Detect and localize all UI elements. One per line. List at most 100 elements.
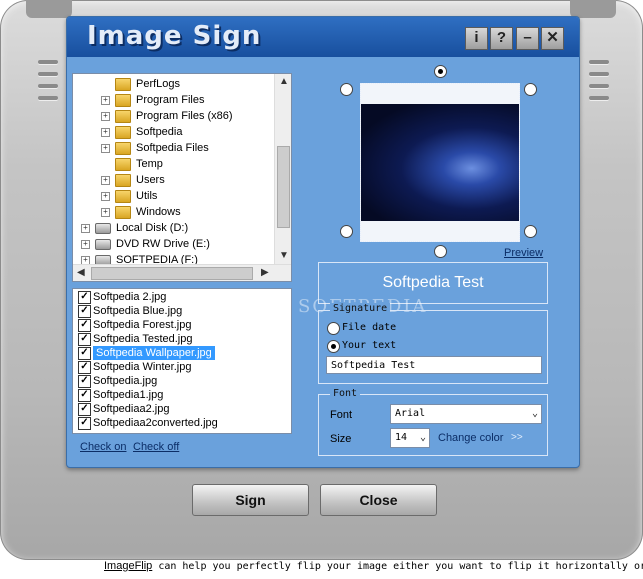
tree-item[interactable]: + Local Disk (D:) <box>73 220 273 236</box>
position-radio-bottom[interactable] <box>434 245 447 258</box>
folder-icon <box>115 190 131 203</box>
file-name: Softpedia.jpg <box>93 375 158 387</box>
tree-item[interactable]: + Program Files (x86) <box>73 108 273 124</box>
position-radio-bottom-right[interactable] <box>524 225 537 238</box>
expand-icon[interactable]: + <box>101 128 110 137</box>
folder-tree[interactable]: PerfLogs + Program Files + Program Files (x8… <box>72 73 292 282</box>
scroll-thumb[interactable] <box>91 267 253 280</box>
title-bar[interactable]: Image Sign i ? – ✕ <box>67 17 579 57</box>
grip-line <box>589 60 609 64</box>
tree-item[interactable]: + Softpedia <box>73 124 273 140</box>
minimize-button[interactable]: – <box>516 27 539 50</box>
file-list-item[interactable]: ✓ Softpedia Winter.jpg <box>76 360 290 374</box>
tree-horizontal-scrollbar[interactable]: ◀ ▶ <box>73 264 291 281</box>
file-name: Softpedia1.jpg <box>93 389 164 401</box>
ticker-link[interactable]: ImageFlip <box>104 560 152 572</box>
your-text-label[interactable]: Your text <box>342 340 396 351</box>
tree-item-label: Softpedia Files <box>136 142 209 154</box>
scroll-thumb[interactable] <box>277 146 290 228</box>
tree-item[interactable]: + DVD RW Drive (E:) <box>73 236 273 252</box>
file-checkbox[interactable]: ✓ <box>78 319 91 332</box>
file-checkbox[interactable]: ✓ <box>78 361 91 374</box>
signature-group-label: Signature <box>330 303 391 314</box>
close-window-button[interactable]: ✕ <box>541 27 564 50</box>
file-checkbox[interactable]: ✓ <box>78 403 91 416</box>
expand-icon[interactable]: + <box>101 96 110 105</box>
change-color-arrow-icon[interactable]: >> <box>511 432 523 443</box>
file-checkbox[interactable]: ✓ <box>78 333 91 346</box>
file-date-label[interactable]: File date <box>342 322 396 333</box>
tree-vertical-scrollbar[interactable]: ▲ ▼ <box>274 74 291 264</box>
file-name: Softpedia 2.jpg <box>93 291 167 303</box>
scroll-up-icon[interactable]: ▲ <box>279 76 289 87</box>
size-select[interactable]: 14 ⌄ <box>390 428 430 448</box>
grip-line <box>589 72 609 76</box>
drive-icon <box>95 223 111 234</box>
close-button[interactable]: Close <box>320 484 437 516</box>
change-color-button[interactable]: Change color <box>438 432 503 444</box>
preview-area[interactable] <box>360 83 520 242</box>
file-name: Softpediaa2converted.jpg <box>93 417 218 429</box>
position-radio-top-left[interactable] <box>340 83 353 96</box>
file-checkbox[interactable]: ✓ <box>78 389 91 402</box>
expand-icon[interactable]: + <box>101 208 110 217</box>
expand-icon[interactable]: + <box>81 224 90 233</box>
file-list-item[interactable]: ✓ Softpedia Forest.jpg <box>76 318 290 332</box>
file-list[interactable]: ✓ Softpedia 2.jpg ✓ Softpedia Blue.jpg ✓ Soft… <box>72 288 292 434</box>
tree-item-label: Users <box>136 174 165 186</box>
tree-item-label: Program Files (x86) <box>136 110 233 122</box>
file-list-item[interactable]: ✓ Softpedia Blue.jpg <box>76 304 290 318</box>
expand-icon[interactable]: + <box>81 240 90 249</box>
folder-icon <box>115 174 131 187</box>
position-radio-bottom-left[interactable] <box>340 225 353 238</box>
tree-item-label: PerfLogs <box>136 78 181 90</box>
position-radio-top-right[interactable] <box>524 83 537 96</box>
tree-item[interactable]: + Softpedia Files <box>73 140 273 156</box>
sign-button[interactable]: Sign <box>192 484 309 516</box>
file-list-item[interactable]: ✓ Softpedia.jpg <box>76 374 290 388</box>
tree-item[interactable]: + Windows <box>73 204 273 220</box>
tree-item[interactable]: + Program Files <box>73 92 273 108</box>
scroll-left-icon[interactable]: ◀ <box>77 267 85 278</box>
tree-item[interactable]: PerfLogs <box>73 76 273 92</box>
font-select[interactable]: Arial ⌄ <box>390 404 542 424</box>
file-list-item[interactable]: ✓ Softpedia Wallpaper.jpg <box>76 346 290 360</box>
top-cap-left <box>26 0 72 18</box>
file-checkbox[interactable]: ✓ <box>78 375 91 388</box>
expand-icon[interactable]: + <box>101 144 110 153</box>
file-list-item[interactable]: ✓ Softpediaa2converted.jpg <box>76 416 290 430</box>
expand-icon[interactable]: + <box>101 192 110 201</box>
expand-icon[interactable]: + <box>101 112 110 121</box>
file-checkbox[interactable]: ✓ <box>78 305 91 318</box>
font-group-label: Font <box>330 388 361 399</box>
grip-line <box>38 72 58 76</box>
file-list-item[interactable]: ✓ Softpedia1.jpg <box>76 388 290 402</box>
scroll-down-icon[interactable]: ▼ <box>279 250 289 261</box>
file-checkbox[interactable]: ✓ <box>78 417 91 430</box>
file-name: Softpedia Blue.jpg <box>93 305 183 317</box>
info-button[interactable]: i <box>465 27 488 50</box>
file-list-item[interactable]: ✓ Softpediaa2.jpg <box>76 402 290 416</box>
preview-link[interactable]: Preview <box>504 247 543 259</box>
signature-text-input[interactable]: Softpedia Test <box>326 356 542 374</box>
scroll-right-icon[interactable]: ▶ <box>261 267 269 278</box>
file-list-item[interactable]: ✓ Softpedia Tested.jpg <box>76 332 290 346</box>
position-radio-top[interactable] <box>434 65 447 78</box>
help-button[interactable]: ? <box>490 27 513 50</box>
your-text-radio[interactable] <box>327 340 340 353</box>
check-off-link[interactable]: Check off <box>133 441 179 453</box>
ticker-text: can help you perfectly flip your image e… <box>152 561 643 572</box>
file-checkbox[interactable]: ✓ <box>78 291 91 304</box>
check-on-link[interactable]: Check on <box>80 441 126 453</box>
tree-item[interactable]: Temp <box>73 156 273 172</box>
file-date-radio[interactable] <box>327 322 340 335</box>
tree-item[interactable]: + Users <box>73 172 273 188</box>
expand-icon[interactable]: + <box>101 176 110 185</box>
tree-item-label: Temp <box>136 158 163 170</box>
file-list-item[interactable]: ✓ Softpedia 2.jpg <box>76 290 290 304</box>
ticker: ImageFlip can help you perfectly flip yo… <box>104 560 643 572</box>
file-checkbox[interactable]: ✓ <box>78 347 91 360</box>
chevron-down-icon: ⌄ <box>531 408 538 419</box>
folder-icon <box>115 78 131 91</box>
tree-item[interactable]: + Utils <box>73 188 273 204</box>
